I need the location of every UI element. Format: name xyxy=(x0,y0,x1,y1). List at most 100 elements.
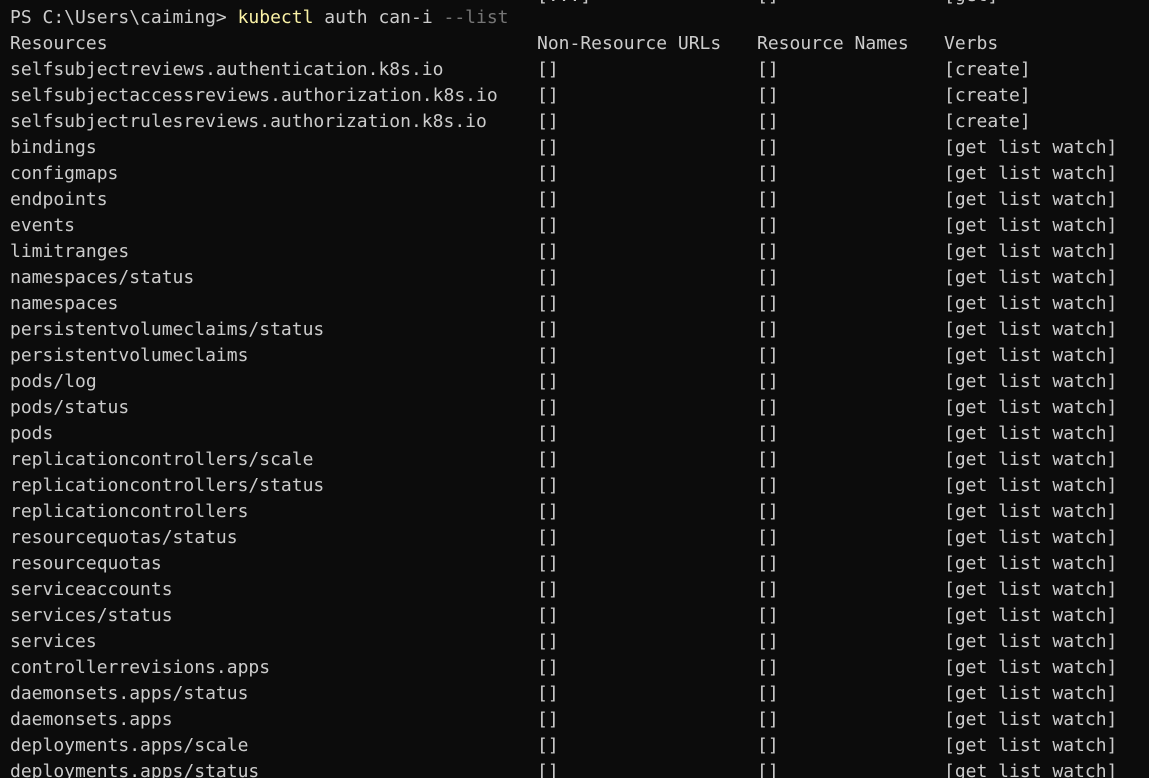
table-row: selfsubjectaccessreviews.authorization.k… xyxy=(0,83,1149,109)
row-verbs: [get list watch] xyxy=(944,163,1118,184)
row-resource-names: [] xyxy=(757,527,779,548)
row-non-resource-urls: [] xyxy=(537,397,559,418)
row-verbs: [get list watch] xyxy=(944,241,1118,262)
row-resource-names: [] xyxy=(757,85,779,106)
row-resource: serviceaccounts xyxy=(10,579,173,600)
row-non-resource-urls: [] xyxy=(537,137,559,158)
row-non-resource-urls: [] xyxy=(537,501,559,522)
row-verbs: [get list watch] xyxy=(944,761,1118,778)
row-non-resource-urls: [] xyxy=(537,709,559,730)
table-row: namespaces [] [] [get list watch] xyxy=(0,291,1149,317)
row-resource: configmaps xyxy=(10,163,119,184)
row-resource-names: [] xyxy=(757,59,779,80)
row-resource-names: [] xyxy=(757,267,779,288)
row-non-resource-urls: [] xyxy=(537,111,559,132)
row-verbs: [get list watch] xyxy=(944,657,1118,678)
row-resource-names: [] xyxy=(757,761,779,778)
row-resource-names: [] xyxy=(757,137,779,158)
row-verbs: [get list watch] xyxy=(944,501,1118,522)
row-resource-names: [] xyxy=(757,189,779,210)
row-resource: namespaces xyxy=(10,293,119,314)
table-row: bindings [] [] [get list watch] xyxy=(0,135,1149,161)
table-row: deployments.apps/scale [] [] [get list watc… xyxy=(0,733,1149,759)
row-verbs: [get list watch] xyxy=(944,397,1118,418)
row-resource-names: [] xyxy=(757,163,779,184)
table-row: daemonsets.apps [] [] [get list watch] xyxy=(0,707,1149,733)
row-resource: selfsubjectrulesreviews.authorization.k8… xyxy=(10,111,487,132)
row-resource: deployments.apps/scale xyxy=(10,735,249,756)
row-non-resource-urls: [] xyxy=(537,163,559,184)
table-row: replicationcontrollers/status [] [] [get li… xyxy=(0,473,1149,499)
row-verbs: [get list watch] xyxy=(944,449,1118,470)
terminal-window[interactable]: [...] [] [get] PS C:\Users\caiming> kube… xyxy=(0,0,1149,778)
row-non-resource-urls: [] xyxy=(537,761,559,778)
row-resource: bindings xyxy=(10,137,97,158)
table-row: replicationcontrollers [] [] [get list watc… xyxy=(0,499,1149,525)
row-resource-names: [] xyxy=(757,397,779,418)
prompt-path: PS C:\Users\caiming> xyxy=(10,7,238,28)
row-resource: replicationcontrollers/status xyxy=(10,475,325,496)
row-verbs: [get list watch] xyxy=(944,527,1118,548)
table-row: selfsubjectrulesreviews.authorization.k8… xyxy=(0,109,1149,135)
row-non-resource-urls: [] xyxy=(537,267,559,288)
row-resource: namespaces/status xyxy=(10,267,195,288)
row-resource: selfsubjectaccessreviews.authorization.k… xyxy=(10,85,498,106)
row-resource-names: [] xyxy=(757,579,779,600)
table-row: pods/status [] [] [get list watch] xyxy=(0,395,1149,421)
row-verbs: [get list watch] xyxy=(944,137,1118,158)
row-verbs: [get list watch] xyxy=(944,345,1118,366)
row-resource: pods/status xyxy=(10,397,130,418)
row-resource-names: [] xyxy=(757,345,779,366)
table-row: resourcequotas/status [] [] [get list watch… xyxy=(0,525,1149,551)
row-non-resource-urls: [] xyxy=(537,631,559,652)
row-verbs: [create] xyxy=(944,85,1031,106)
row-verbs: [get list watch] xyxy=(944,371,1118,392)
row-resource: services xyxy=(10,631,97,652)
row-non-resource-urls: [] xyxy=(537,657,559,678)
row-resource-names: [] xyxy=(757,449,779,470)
row-verbs: [get list watch] xyxy=(944,683,1118,704)
row-non-resource-urls: [] xyxy=(537,293,559,314)
row-verbs: [create] xyxy=(944,59,1031,80)
row-non-resource-urls: [] xyxy=(537,449,559,470)
row-resource: deployments.apps/status xyxy=(10,761,260,778)
row-non-resource-urls: [] xyxy=(537,605,559,626)
row-non-resource-urls: [] xyxy=(537,189,559,210)
command-args: auth can-i xyxy=(324,7,433,28)
row-resource-names: [] xyxy=(757,319,779,340)
row-resource: replicationcontrollers/scale xyxy=(10,449,314,470)
row-resource-names: [] xyxy=(757,683,779,704)
table-row: endpoints [] [] [get list watch] xyxy=(0,187,1149,213)
row-non-resource-urls: [] xyxy=(537,371,559,392)
row-resource: daemonsets.apps/status xyxy=(10,683,249,704)
table-header: Resources Non-Resource URLs Resource Nam… xyxy=(0,31,1149,57)
row-non-resource-urls: [] xyxy=(537,475,559,496)
table-row: namespaces/status [] [] [get list watch] xyxy=(0,265,1149,291)
row-resource: persistentvolumeclaims/status xyxy=(10,319,325,340)
row-verbs: [get list watch] xyxy=(944,189,1118,210)
row-resource: pods xyxy=(10,423,54,444)
row-resource-names: [] xyxy=(757,553,779,574)
row-resource: persistentvolumeclaims xyxy=(10,345,249,366)
table-row: persistentvolumeclaims [] [] [get list watc… xyxy=(0,343,1149,369)
row-non-resource-urls: [] xyxy=(537,553,559,574)
row-resource-names: [] xyxy=(757,657,779,678)
header-non-resource-urls: Non-Resource URLs xyxy=(537,33,722,54)
prompt-command-line: PS C:\Users\caiming> kubectl auth can-i … xyxy=(10,5,509,31)
header-verbs: Verbs xyxy=(944,33,999,54)
table-row: pods/log [] [] [get list watch] xyxy=(0,369,1149,395)
row-resource-names: [] xyxy=(757,631,779,652)
row-verbs: [get list watch] xyxy=(944,553,1118,574)
table-row: replicationcontrollers/scale [] [] [get lis… xyxy=(0,447,1149,473)
row-verbs: [get list watch] xyxy=(944,293,1118,314)
row-verbs: [get list watch] xyxy=(944,319,1118,340)
command-flag: --list xyxy=(443,7,509,28)
row-non-resource-urls: [] xyxy=(537,735,559,756)
table-row: resourcequotas [] [] [get list watch] xyxy=(0,551,1149,577)
row-resource-names: [] xyxy=(757,111,779,132)
table-row: daemonsets.apps/status [] [] [get list watc… xyxy=(0,681,1149,707)
row-verbs: [create] xyxy=(944,111,1031,132)
table-row: configmaps [] [] [get list watch] xyxy=(0,161,1149,187)
row-resource: resourcequotas/status xyxy=(10,527,238,548)
row-resource: services/status xyxy=(10,605,173,626)
